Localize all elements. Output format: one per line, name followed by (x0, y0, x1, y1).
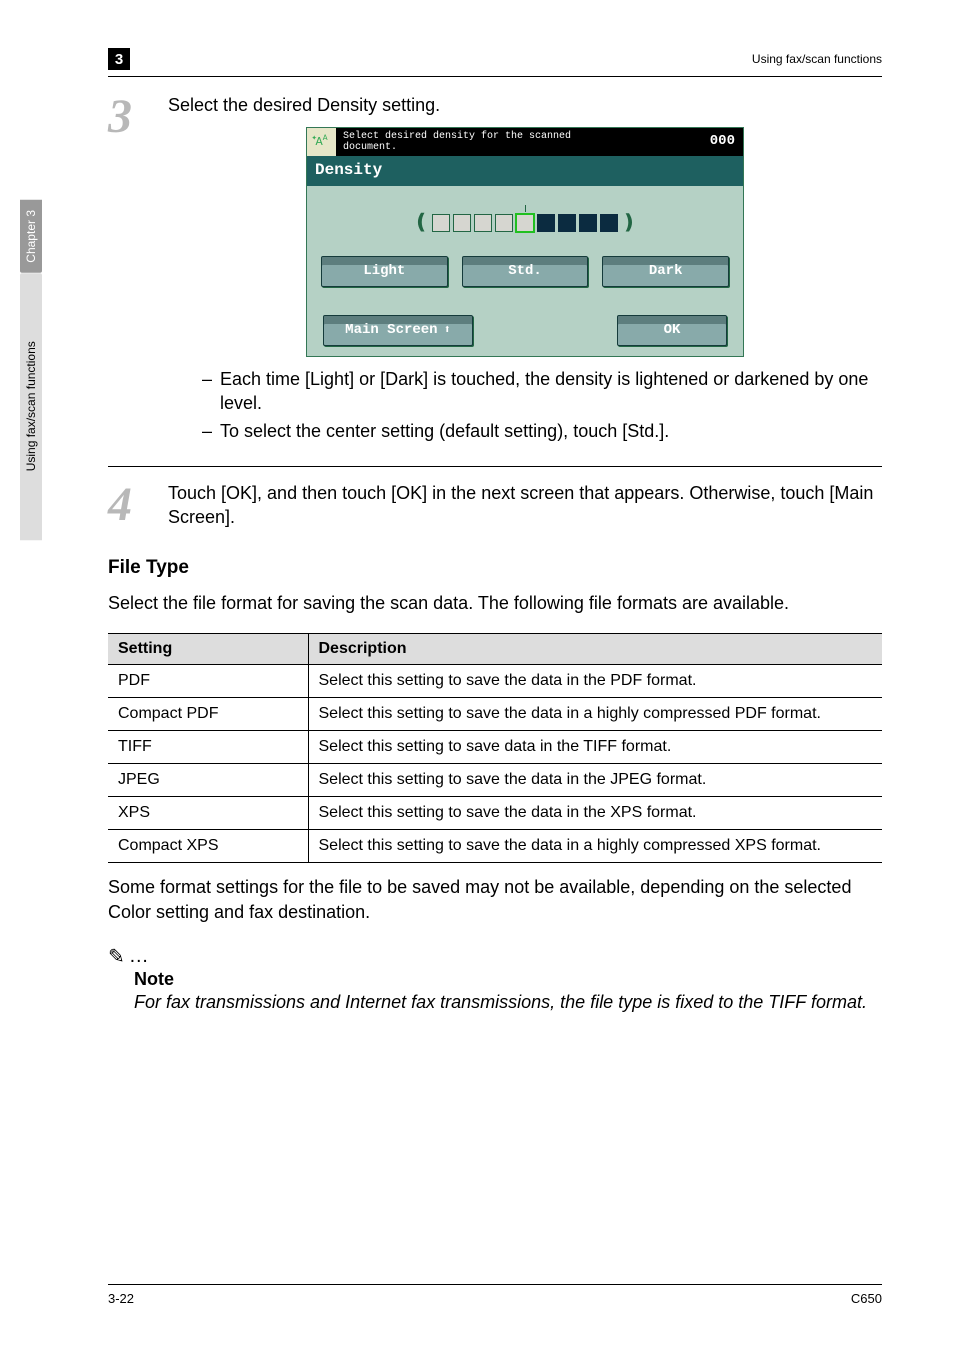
scale-left-cap: ❪ (413, 210, 429, 236)
step-3: 3 Select the desired Density setting. ✦ … (108, 93, 882, 448)
up-arrow-icon: ⬆ (444, 322, 451, 338)
table-row: Compact XPSSelect this setting to save t… (108, 830, 882, 863)
th-description: Description (308, 634, 882, 665)
side-tab: Chapter 3 Using fax/scan functions (20, 200, 42, 540)
side-tab-chapter: Chapter 3 (20, 200, 42, 273)
step-3-bullets: Each time [Light] or [Dark] is touched, … (202, 367, 882, 444)
footer-left: 3-22 (108, 1291, 134, 1306)
file-type-after: Some format settings for the file to be … (108, 875, 882, 924)
hint-icon: ✦ AA (307, 128, 337, 156)
table-row: Compact PDFSelect this setting to save t… (108, 698, 882, 731)
table-row: XPSSelect this setting to save the data … (108, 797, 882, 830)
main-screen-button[interactable]: Main Screen ⬆ (323, 315, 473, 346)
selected-level (516, 214, 534, 232)
page-footer: 3-22 C650 (108, 1284, 882, 1306)
chapter-badge: 3 (108, 48, 130, 70)
file-type-heading: File Type (108, 557, 882, 579)
table-row: PDFSelect this setting to save the data … (108, 665, 882, 698)
hint-text: Select desired density for the scanned d… (337, 128, 702, 156)
step-4-text: Touch [OK], and then touch [OK] in the n… (168, 481, 882, 530)
density-scale: ❪ ❫ (307, 210, 743, 236)
step-number: 4 (108, 481, 150, 530)
note-heading: Note (134, 969, 882, 990)
file-type-table: Setting Description PDFSelect this setti… (108, 633, 882, 863)
step-3-instruction: Select the desired Density setting. (168, 93, 882, 117)
bullet-item: Each time [Light] or [Dark] is touched, … (202, 367, 882, 416)
header-right-text: Using fax/scan functions (752, 52, 882, 66)
ok-button[interactable]: OK (617, 315, 727, 346)
note-body: For fax transmissions and Internet fax t… (134, 990, 882, 1014)
th-setting: Setting (108, 634, 308, 665)
page-header: 3 Using fax/scan functions (108, 0, 882, 77)
note-mark: ✎ … (108, 944, 882, 969)
file-type-intro: Select the file format for saving the sc… (108, 591, 882, 615)
counter: 000 (702, 128, 743, 156)
step-4: 4 Touch [OK], and then touch [OK] in the… (108, 466, 882, 530)
density-panel: ✦ AA Select desired density for the scan… (306, 127, 744, 356)
std-button[interactable]: Std. (462, 256, 589, 287)
table-row: TIFFSelect this setting to save data in … (108, 731, 882, 764)
light-button[interactable]: Light (321, 256, 448, 287)
table-row: JPEGSelect this setting to save the data… (108, 764, 882, 797)
step-number: 3 (108, 93, 150, 448)
footer-right: C650 (851, 1291, 882, 1306)
dark-button[interactable]: Dark (602, 256, 729, 287)
side-tab-title: Using fax/scan functions (20, 273, 42, 540)
bullet-item: To select the center setting (default se… (202, 419, 882, 443)
panel-title: Density (307, 156, 743, 186)
pencil-icon: ✎ (108, 944, 125, 969)
scale-right-cap: ❫ (621, 210, 637, 236)
